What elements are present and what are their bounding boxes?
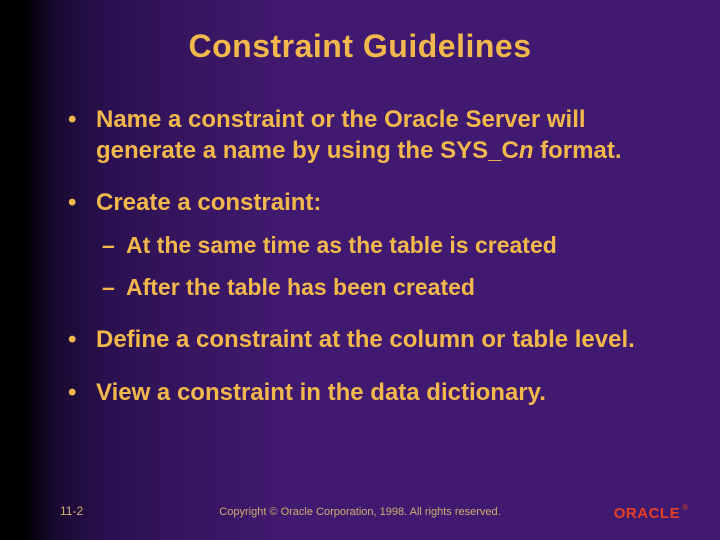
bullet-1-text-b: format. — [533, 137, 621, 164]
sub-bullet-item-1: – At the same time as the table is creat… — [102, 231, 680, 261]
slide-title: Constraint Guidelines — [0, 28, 720, 65]
bullet-item-1: • Name a constraint or the Oracle Server… — [68, 105, 680, 166]
bullet-dot-icon: • — [68, 378, 96, 409]
bullet-text: Name a constraint or the Oracle Server w… — [96, 105, 680, 166]
bullet-text: Define a constraint at the column or tab… — [96, 325, 680, 356]
oracle-logo: ORACLE ® — [614, 505, 688, 522]
dash-icon: – — [102, 273, 126, 303]
bullet-text: Create a constraint: — [96, 188, 680, 219]
sub-bullet-text: At the same time as the table is created — [126, 231, 557, 261]
bullet-dot-icon: • — [68, 325, 96, 356]
bullet-item-4: • View a constraint in the data dictiona… — [68, 378, 680, 409]
bullet-1-text-italic: n — [519, 137, 534, 164]
slide: Constraint Guidelines • Name a constrain… — [0, 0, 720, 540]
oracle-logo-text: ORACLE — [614, 505, 680, 522]
slide-body: • Name a constraint or the Oracle Server… — [68, 105, 680, 430]
bullet-item-2: • Create a constraint: — [68, 188, 680, 219]
bullet-text: View a constraint in the data dictionary… — [96, 378, 680, 409]
bullet-dot-icon: • — [68, 188, 96, 219]
dash-icon: – — [102, 231, 126, 261]
sub-bullet-item-2: – After the table has been created — [102, 273, 680, 303]
copyright-text: Copyright © Oracle Corporation, 1998. Al… — [0, 506, 720, 518]
bullet-1-text-a: Name a constraint or the Oracle Server w… — [96, 106, 586, 164]
sub-bullet-text: After the table has been created — [126, 273, 475, 303]
bullet-dot-icon: • — [68, 105, 96, 136]
registered-trademark-icon: ® — [682, 503, 688, 512]
bullet-item-3: • Define a constraint at the column or t… — [68, 325, 680, 356]
slide-footer: 11-2 Copyright © Oracle Corporation, 199… — [0, 492, 720, 522]
